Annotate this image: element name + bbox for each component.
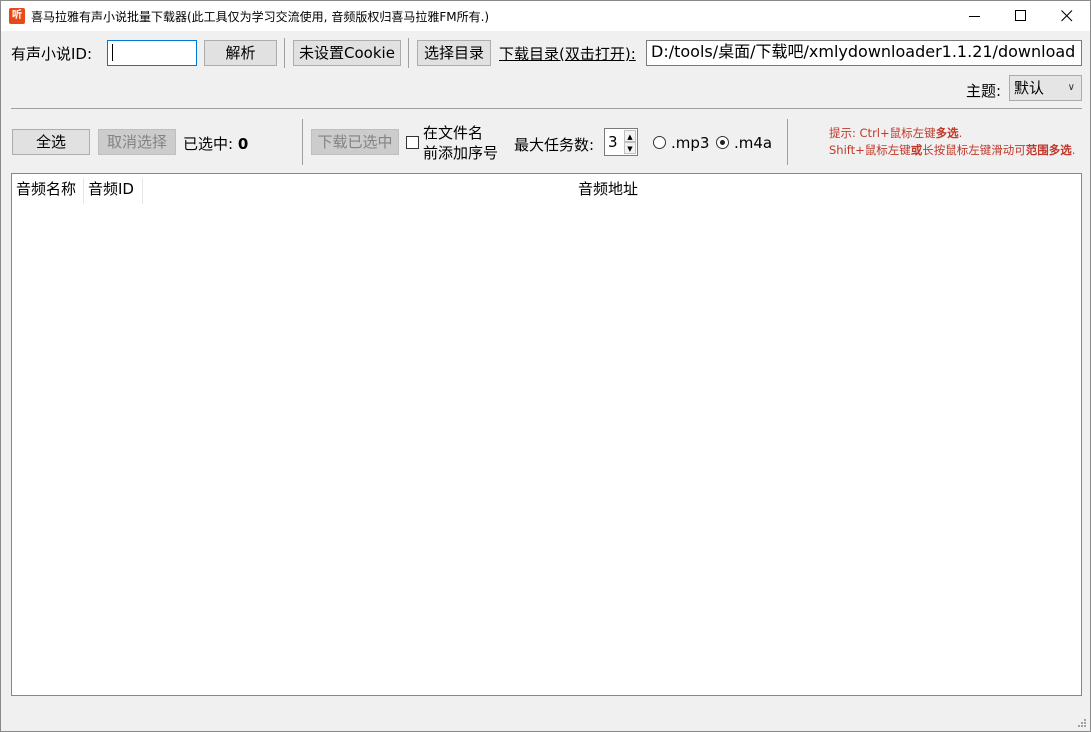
close-button[interactable] <box>1044 1 1090 31</box>
novel-id-input[interactable] <box>107 40 197 66</box>
text-caret <box>112 44 113 61</box>
choose-dir-button[interactable]: 选择目录 <box>417 40 491 66</box>
app-icon: 听 <box>9 8 25 24</box>
close-icon <box>1061 10 1073 22</box>
download-dir-link[interactable]: 下载目录(双击打开): <box>499 43 636 64</box>
selected-label: 已选中: <box>183 135 234 153</box>
window-title: 喜马拉雅有声小说批量下载器(此工具仅为学习交流使用, 音频版权归喜马拉雅FM所有… <box>31 10 490 24</box>
theme-select[interactable]: 默认 ∨ <box>1009 75 1082 101</box>
chevron-down-icon: ∨ <box>1067 82 1075 93</box>
title-bar[interactable]: 听 喜马拉雅有声小说批量下载器(此工具仅为学习交流使用, 音频版权归喜马拉雅FM… <box>1 1 1090 31</box>
prefix-label-line1: 在文件名 <box>423 124 484 142</box>
hint-text: . <box>958 126 963 140</box>
minimize-button[interactable] <box>952 1 998 31</box>
hint-text: 长按鼠标左键滑动可 <box>922 143 1026 157</box>
mp3-radio[interactable] <box>653 136 666 149</box>
column-divider[interactable] <box>83 178 84 204</box>
maximize-icon <box>1015 10 1026 21</box>
max-tasks-value: 3 <box>608 133 618 151</box>
separator <box>787 119 788 165</box>
divider <box>11 108 1082 109</box>
select-all-button[interactable]: 全选 <box>12 129 90 155</box>
download-selected-button[interactable]: 下载已选中 <box>311 129 399 155</box>
max-tasks-spinner[interactable]: 3 ▲ ▼ <box>604 128 638 156</box>
hint-bold: 多选 <box>935 126 959 140</box>
deselect-button[interactable]: 取消选择 <box>98 129 176 155</box>
hint-text: 提示: Ctrl+鼠标左键 <box>829 126 936 140</box>
column-header-id[interactable]: 音频ID <box>88 174 134 204</box>
theme-value: 默认 <box>1014 79 1045 97</box>
selected-count: 0 <box>237 135 249 153</box>
prefix-number-label[interactable]: 在文件名 前添加序号 <box>423 123 498 163</box>
prefix-label-line2: 前添加序号 <box>423 144 499 162</box>
max-tasks-label: 最大任务数: <box>514 136 595 154</box>
maximize-button[interactable] <box>998 1 1044 31</box>
m4a-label[interactable]: .m4a <box>734 134 772 152</box>
minimize-icon <box>969 16 980 17</box>
audio-list[interactable]: 音频名称 音频ID 音频地址 <box>11 173 1082 696</box>
theme-label: 主题: <box>966 82 1002 100</box>
separator <box>284 38 285 68</box>
spin-down-icon[interactable]: ▼ <box>624 142 636 154</box>
spin-up-icon[interactable]: ▲ <box>624 130 636 142</box>
parse-button[interactable]: 解析 <box>204 40 277 66</box>
hint-bold: 或 <box>910 143 923 157</box>
prefix-number-checkbox[interactable] <box>406 136 419 149</box>
m4a-radio[interactable] <box>716 136 729 149</box>
separator <box>408 38 409 68</box>
hint-line-1: 提示: Ctrl+鼠标左键多选. <box>829 125 962 142</box>
hint-line-2: Shift+鼠标左键或长按鼠标左键滑动可范围多选. <box>829 142 1075 159</box>
mp3-label[interactable]: .mp3 <box>671 134 709 152</box>
novel-id-label: 有声小说ID: <box>11 45 93 63</box>
download-dir-field[interactable]: D:/tools/桌面/下载吧/xmlydownloader1.1.21/dow… <box>646 40 1082 66</box>
separator <box>302 119 303 165</box>
column-header-url[interactable]: 音频地址 <box>578 174 638 204</box>
cookie-button[interactable]: 未设置Cookie <box>293 40 401 66</box>
column-divider[interactable] <box>142 178 143 204</box>
column-header-name[interactable]: 音频名称 <box>16 174 76 204</box>
hint-text: Shift+鼠标左键 <box>829 143 911 157</box>
main-window: 听 喜马拉雅有声小说批量下载器(此工具仅为学习交流使用, 音频版权归喜马拉雅FM… <box>0 0 1091 732</box>
hint-bold: 范围多选 <box>1025 143 1072 157</box>
resize-grip-icon[interactable] <box>1075 716 1087 728</box>
selected-count-label: 已选中: 0 <box>183 133 248 154</box>
hint-text: . <box>1071 143 1076 157</box>
